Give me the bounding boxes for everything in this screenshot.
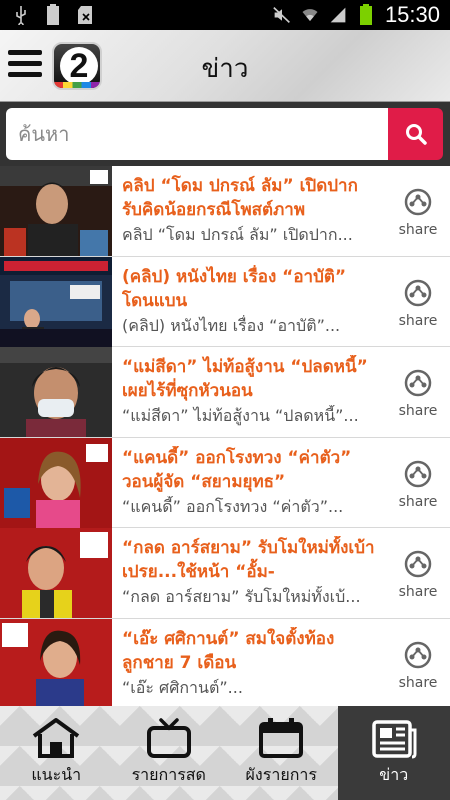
bottom-nav: แนะนำ รายการสด ผังรายการ ข่าว — [0, 706, 450, 800]
share-icon — [404, 641, 432, 669]
list-item[interactable]: “แม่สีดา” ไม่ท้อสู้งาน “ปลดหนี้” เผยไร้ท… — [0, 347, 450, 438]
news-title: (คลิป) หนังไทย เรื่อง “อาบัติ” โดนแบน — [122, 266, 347, 311]
news-subtitle: คลิป “โดม ปกรณ์ ลัม” เปิดปาก... — [122, 225, 353, 244]
search-bar — [0, 102, 450, 166]
search-icon — [405, 124, 427, 145]
news-subtitle: “กลด อาร์สยาม” รับโมใหม่ทั้งเบ้... — [122, 587, 361, 607]
share-button[interactable]: share — [392, 279, 444, 329]
wifi-icon — [301, 4, 319, 26]
mute-icon — [273, 4, 291, 26]
share-label: share — [398, 674, 438, 691]
share-button[interactable]: share — [392, 188, 444, 238]
calendar-icon — [259, 718, 304, 758]
news-title: “กลด อาร์สยาม” รับโมใหม่ทั้งเบ้าเปรย...ใ… — [122, 538, 375, 583]
status-bar: 15:30 — [0, 0, 450, 30]
news-thumbnail[interactable] — [0, 347, 112, 438]
news-thumbnail[interactable] — [0, 618, 112, 706]
share-label: share — [398, 312, 438, 329]
newspaper-icon — [372, 720, 417, 759]
news-subtitle: (คลิป) หนังไทย เรื่อง “อาบัติ”... — [122, 315, 341, 335]
share-button[interactable]: share — [392, 550, 444, 600]
tab-label: ข่าว — [379, 765, 409, 784]
page-title: ข่าว — [201, 54, 249, 84]
share-icon — [404, 279, 432, 306]
news-list: คลิป “โดม ปกรณ์ ลัม” เปิดปากรับคิดน้อยกร… — [0, 166, 450, 706]
share-button[interactable]: share — [392, 369, 444, 419]
share-label: share — [398, 493, 438, 510]
share-button[interactable]: share — [392, 641, 444, 691]
search-button[interactable] — [388, 108, 443, 160]
share-label: share — [398, 403, 438, 420]
search-input[interactable] — [6, 108, 388, 160]
tab-label: ผังรายการ — [245, 765, 317, 784]
clock: 15:30 — [384, 2, 440, 27]
tab-schedule[interactable]: ผังรายการ — [225, 706, 338, 800]
home-icon — [33, 718, 80, 758]
list-item[interactable]: “กลด อาร์สยาม” รับโมใหม่ทั้งเบ้าเปรย...ใ… — [0, 528, 450, 619]
news-title: “แคนดี้” ออกโรงทวง “ค่าตัว” วอนผู้จัด “ส… — [122, 447, 352, 492]
news-subtitle: “เอ๊ะ ศศิกานต์”... — [122, 677, 243, 697]
news-thumbnail[interactable] — [0, 437, 112, 528]
list-item[interactable]: (คลิป) หนังไทย เรื่อง “อาบัติ” โดนแบน (ค… — [0, 256, 450, 348]
news-thumbnail[interactable] — [0, 166, 112, 256]
share-icon — [404, 460, 432, 488]
list-item[interactable]: คลิป “โดม ปกรณ์ ลัม” เปิดปากรับคิดน้อยกร… — [0, 166, 450, 257]
battery-full-icon — [44, 4, 62, 26]
sd-card-error-icon — [76, 4, 94, 26]
share-button[interactable]: share — [392, 460, 444, 510]
news-thumbnail[interactable] — [0, 528, 112, 619]
share-label: share — [398, 222, 438, 238]
list-item[interactable]: “แคนดี้” ออกโรงทวง “ค่าตัว” วอนผู้จัด “ส… — [0, 437, 450, 529]
share-icon — [404, 551, 432, 578]
news-thumbnail[interactable] — [0, 256, 112, 347]
list-item[interactable]: “เอ๊ะ ศศิกานต์” สมใจตั้งท้องลูกชาย 7 เดื… — [0, 618, 450, 706]
news-subtitle: “แคนดี้” ออกโรงทวง “ค่าตัว”... — [122, 496, 344, 516]
tv-icon — [146, 718, 191, 758]
tab-label: รายการสด — [131, 765, 206, 784]
signal-icon — [329, 4, 347, 26]
tab-label: แนะนำ — [31, 765, 82, 784]
usb-icon — [12, 4, 30, 26]
tab-live[interactable]: รายการสด — [113, 706, 226, 800]
tab-recommended[interactable]: แนะนำ — [0, 706, 113, 800]
news-title: คลิป “โดม ปกรณ์ ลัม” เปิดปากรับคิดน้อยกร… — [122, 176, 358, 220]
app-header: 2 ข่าว — [0, 30, 450, 102]
share-label: share — [398, 584, 438, 601]
share-icon — [404, 188, 432, 216]
battery-charging-icon — [357, 4, 375, 26]
news-title: “แม่สีดา” ไม่ท้อสู้งาน “ปลดหนี้” เผยไร้ท… — [122, 357, 368, 402]
news-title: “เอ๊ะ ศศิกานต์” สมใจตั้งท้องลูกชาย 7 เดื… — [122, 628, 335, 673]
share-icon — [404, 369, 432, 397]
tab-news[interactable]: ข่าว — [337, 706, 450, 800]
news-subtitle: “แม่สีดา” ไม่ท้อสู้งาน “ปลดหนี้”... — [122, 406, 359, 426]
